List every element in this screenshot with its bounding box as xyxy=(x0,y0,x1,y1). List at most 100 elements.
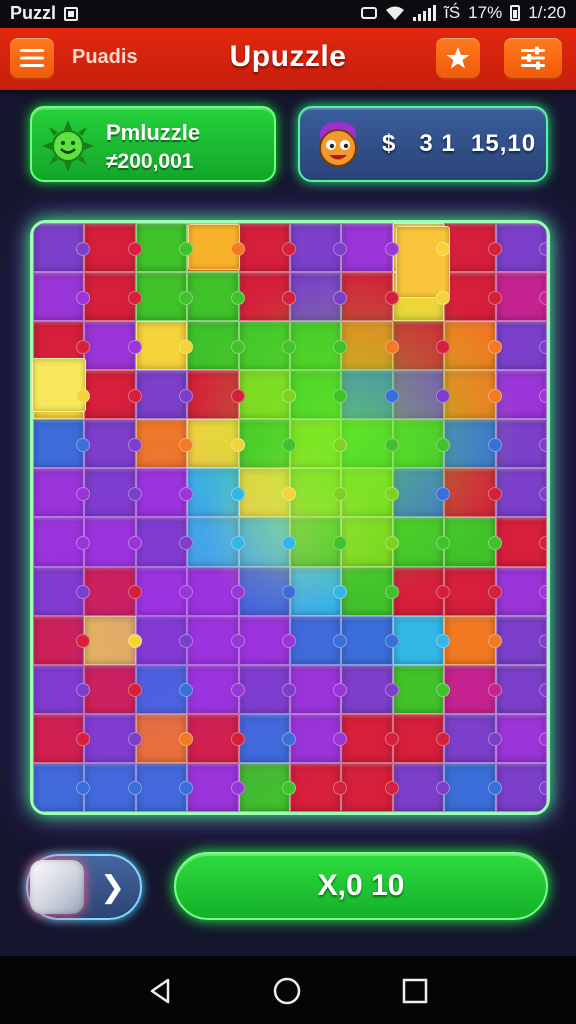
puzzle-piece[interactable] xyxy=(495,566,547,616)
puzzle-piece[interactable] xyxy=(135,762,194,812)
puzzle-piece[interactable] xyxy=(495,713,547,763)
puzzle-piece[interactable] xyxy=(238,713,297,763)
puzzle-piece[interactable] xyxy=(135,321,194,371)
puzzle-piece[interactable] xyxy=(290,272,348,322)
puzzle-piece[interactable] xyxy=(187,615,246,665)
back-triangle-icon[interactable] xyxy=(146,976,176,1006)
puzzle-piece[interactable] xyxy=(341,370,400,420)
puzzle-piece[interactable] xyxy=(135,517,194,567)
puzzle-piece[interactable] xyxy=(238,664,297,714)
puzzle-piece[interactable] xyxy=(187,566,246,616)
puzzle-piece[interactable] xyxy=(392,664,451,714)
puzzle-piece[interactable] xyxy=(135,223,194,273)
puzzle-piece[interactable] xyxy=(392,615,451,665)
puzzle-piece[interactable] xyxy=(84,713,143,763)
puzzle-piece[interactable] xyxy=(135,615,194,665)
action-button[interactable]: X,0 10 xyxy=(174,852,548,920)
puzzle-piece[interactable] xyxy=(135,713,194,763)
puzzle-piece[interactable] xyxy=(392,419,451,469)
puzzle-piece[interactable] xyxy=(84,615,143,665)
puzzle-piece[interactable] xyxy=(84,321,143,371)
puzzle-piece[interactable] xyxy=(33,713,91,763)
puzzle-piece[interactable] xyxy=(444,321,503,371)
puzzle-piece[interactable] xyxy=(444,419,503,469)
puzzle-piece[interactable] xyxy=(495,370,547,420)
puzzle-piece[interactable] xyxy=(238,272,297,322)
puzzle-piece[interactable] xyxy=(187,468,246,518)
puzzle-piece[interactable] xyxy=(238,468,297,518)
puzzle-piece[interactable] xyxy=(495,664,547,714)
puzzle-piece[interactable] xyxy=(444,468,503,518)
puzzle-piece[interactable] xyxy=(341,664,400,714)
puzzle-piece[interactable] xyxy=(290,762,348,812)
puzzle-piece[interactable] xyxy=(444,517,503,567)
puzzle-piece[interactable] xyxy=(187,370,246,420)
puzzle-piece[interactable] xyxy=(84,370,143,420)
puzzle-piece[interactable] xyxy=(84,419,143,469)
puzzle-piece[interactable] xyxy=(444,762,503,812)
puzzle-piece[interactable] xyxy=(84,517,143,567)
puzzle-piece[interactable] xyxy=(495,762,547,812)
puzzle-piece[interactable] xyxy=(135,664,194,714)
puzzle-piece[interactable] xyxy=(444,615,503,665)
puzzle-piece[interactable] xyxy=(290,517,348,567)
loose-puzzle-piece[interactable] xyxy=(396,226,450,298)
puzzle-piece[interactable] xyxy=(444,370,503,420)
puzzle-piece[interactable] xyxy=(135,566,194,616)
puzzle-piece[interactable] xyxy=(341,566,400,616)
puzzle-piece[interactable] xyxy=(444,664,503,714)
puzzle-piece[interactable] xyxy=(238,517,297,567)
puzzle-piece[interactable] xyxy=(341,419,400,469)
puzzle-piece[interactable] xyxy=(392,762,451,812)
puzzle-piece[interactable] xyxy=(33,468,91,518)
puzzle-piece[interactable] xyxy=(33,419,91,469)
puzzle-piece[interactable] xyxy=(290,370,348,420)
puzzle-piece[interactable] xyxy=(392,566,451,616)
puzzle-piece[interactable] xyxy=(290,419,348,469)
puzzle-piece[interactable] xyxy=(290,713,348,763)
puzzle-piece[interactable] xyxy=(33,566,91,616)
puzzle-piece[interactable] xyxy=(84,566,143,616)
puzzle-piece[interactable] xyxy=(290,321,348,371)
puzzle-piece[interactable] xyxy=(444,713,503,763)
puzzle-piece[interactable] xyxy=(290,615,348,665)
puzzle-piece[interactable] xyxy=(84,664,143,714)
puzzle-piece[interactable] xyxy=(495,223,547,273)
puzzle-piece[interactable] xyxy=(187,713,246,763)
home-circle-icon[interactable] xyxy=(272,976,302,1006)
puzzle-piece[interactable] xyxy=(392,321,451,371)
puzzle-piece[interactable] xyxy=(187,272,246,322)
puzzle-piece[interactable] xyxy=(135,370,194,420)
puzzle-piece[interactable] xyxy=(33,223,91,273)
puzzle-piece[interactable] xyxy=(238,419,297,469)
puzzle-piece[interactable] xyxy=(33,664,91,714)
puzzle-grid[interactable] xyxy=(33,223,547,812)
puzzle-piece[interactable] xyxy=(341,321,400,371)
puzzle-piece[interactable] xyxy=(84,272,143,322)
puzzle-piece[interactable] xyxy=(33,517,91,567)
puzzle-piece[interactable] xyxy=(290,468,348,518)
puzzle-piece[interactable] xyxy=(392,370,451,420)
puzzle-piece[interactable] xyxy=(238,762,297,812)
puzzle-piece[interactable] xyxy=(187,762,246,812)
puzzle-piece[interactable] xyxy=(495,615,547,665)
puzzle-piece[interactable] xyxy=(444,272,503,322)
puzzle-piece[interactable] xyxy=(33,762,91,812)
puzzle-piece[interactable] xyxy=(290,664,348,714)
puzzle-piece[interactable] xyxy=(84,468,143,518)
puzzle-piece[interactable] xyxy=(238,223,297,273)
puzzle-piece[interactable] xyxy=(341,272,400,322)
puzzle-piece[interactable] xyxy=(135,468,194,518)
puzzle-piece[interactable] xyxy=(444,566,503,616)
player-card[interactable]: Pmluzzle ≠200,001 xyxy=(30,106,276,182)
puzzle-piece[interactable] xyxy=(33,615,91,665)
puzzle-piece[interactable] xyxy=(495,468,547,518)
puzzle-piece[interactable] xyxy=(341,223,400,273)
settings-button[interactable] xyxy=(504,38,562,78)
next-piece-button[interactable]: ❯ xyxy=(26,854,142,920)
favorite-button[interactable] xyxy=(436,38,480,78)
puzzle-piece[interactable] xyxy=(341,713,400,763)
puzzle-board[interactable] xyxy=(30,220,550,815)
puzzle-piece[interactable] xyxy=(495,272,547,322)
puzzle-piece[interactable] xyxy=(238,566,297,616)
